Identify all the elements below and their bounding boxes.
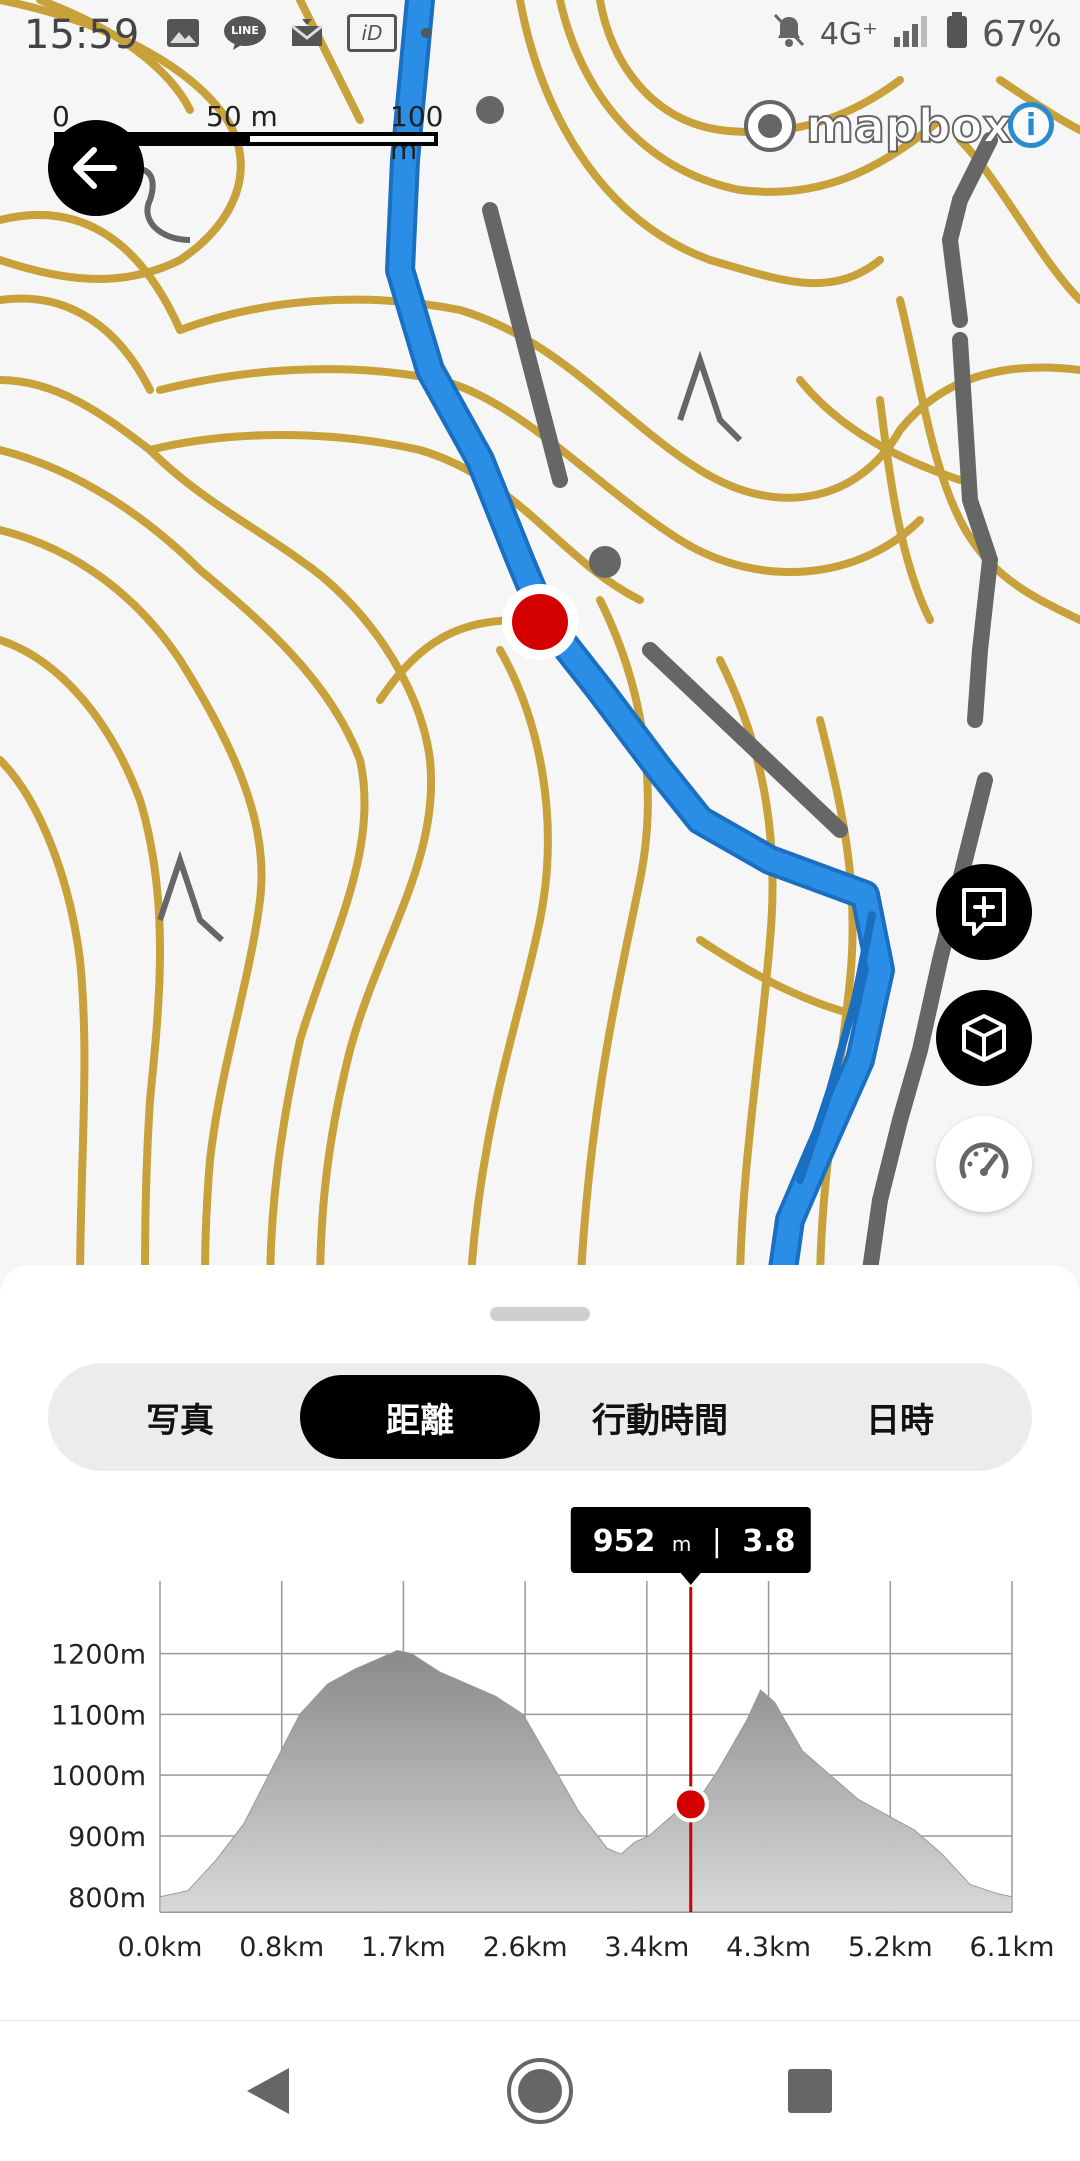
nav-recents-button[interactable]	[770, 2051, 850, 2131]
signal-icon	[892, 13, 932, 56]
x-tick-label: 0.8km	[239, 1932, 324, 1963]
y-axis: 1200m 1100m 1000m 900m 800m	[51, 1640, 146, 1914]
cursor-separator: |	[712, 1524, 722, 1559]
dot-icon	[419, 15, 433, 51]
x-tick-label: 0.0km	[118, 1932, 203, 1963]
cursor-elevation-unit: m	[672, 1532, 691, 1556]
position-marker	[502, 584, 578, 660]
tab-photos[interactable]: 写真	[60, 1375, 300, 1459]
y-tick-label: 1100m	[51, 1700, 146, 1731]
add-comment-icon	[962, 888, 1006, 936]
arrow-left-icon	[73, 147, 117, 189]
tab-distance[interactable]: 距離	[300, 1375, 540, 1459]
mapbox-wordmark: mapbox	[805, 98, 1013, 154]
cursor-distance-unit: km	[812, 1532, 843, 1556]
x-tick-label: 4.3km	[726, 1932, 811, 1963]
y-tick-label: 900m	[68, 1822, 146, 1853]
elevation-area	[159, 1649, 1013, 1913]
y-tick-label: 800m	[68, 1883, 146, 1914]
scale-label-50: 50 m	[206, 100, 278, 133]
cursor-point	[672, 1786, 709, 1823]
x-tick-label: 2.6km	[483, 1932, 568, 1963]
nav-back-button[interactable]	[228, 2051, 308, 2131]
back-button[interactable]	[48, 120, 144, 216]
topo-map[interactable]	[0, 0, 1080, 1290]
status-time: 15:59	[24, 12, 140, 58]
x-axis: 0.0km 0.8km 1.7km 2.6km 3.4km 4.3km 5.2km 6.1km	[118, 1932, 1055, 1963]
cursor-elevation: 952	[593, 1524, 656, 1559]
nav-home-icon	[507, 2058, 573, 2124]
x-tick-label: 3.4km	[604, 1932, 689, 1963]
x-tick-label: 6.1km	[970, 1932, 1055, 1963]
tab-datetime[interactable]: 日時	[780, 1375, 1020, 1459]
id-icon: iD	[347, 14, 397, 52]
image-icon	[165, 15, 201, 51]
info-icon: i	[1025, 107, 1037, 143]
system-nav-bar	[0, 2020, 1080, 2161]
line-app-icon: LINE	[223, 15, 267, 51]
mapbox-icon	[744, 100, 796, 152]
notification-icons: LINE iD	[165, 14, 433, 52]
mapbox-logo[interactable]: mapbox	[742, 98, 1013, 154]
nav-home-button[interactable]	[500, 2051, 580, 2131]
cursor-distance: 3.8	[742, 1524, 795, 1559]
nav-recents-icon	[788, 2069, 832, 2113]
metric-tabs: 写真 距離 行動時間 日時	[48, 1363, 1032, 1471]
battery-percent: 67%	[981, 14, 1062, 55]
network-type: 4G⁺	[819, 17, 878, 52]
y-tick-label: 1200m	[51, 1640, 146, 1671]
y-tick-label: 1000m	[51, 1761, 146, 1792]
add-comment-button[interactable]	[936, 864, 1032, 960]
cube-icon	[962, 1014, 1006, 1062]
speedometer-icon	[959, 1142, 1009, 1179]
nav-back-icon	[247, 2068, 289, 2114]
x-tick-label: 5.2km	[848, 1932, 933, 1963]
mail-icon	[289, 15, 325, 51]
tab-duration[interactable]: 行動時間	[540, 1375, 780, 1459]
cursor-tooltip: 952 m | 3.8 km	[570, 1507, 843, 1585]
svg-text:952 m |: 952 m | 3.8 km	[593, 1524, 843, 1559]
battery-icon	[946, 12, 968, 57]
bottom-sheet: 写真 距離 行動時間 日時 1200m 1100m 1000m 900m 800m 0.…	[0, 1265, 1080, 2025]
x-tick-label: 1.7km	[361, 1932, 446, 1963]
status-bar: 15:59 LINE iD 4G⁺ 67%	[0, 0, 1080, 72]
elevation-chart[interactable]: 1200m 1100m 1000m 900m 800m 0.0km 0.8km 1.7km 2…	[0, 1477, 1080, 2037]
speed-button[interactable]	[936, 1116, 1032, 1212]
status-right: 4G⁺ 67%	[772, 12, 1062, 57]
3d-view-button[interactable]	[936, 990, 1032, 1086]
mute-icon	[772, 12, 806, 57]
sheet-drag-handle[interactable]	[490, 1307, 590, 1321]
attribution-info-button[interactable]: i	[1008, 102, 1054, 148]
